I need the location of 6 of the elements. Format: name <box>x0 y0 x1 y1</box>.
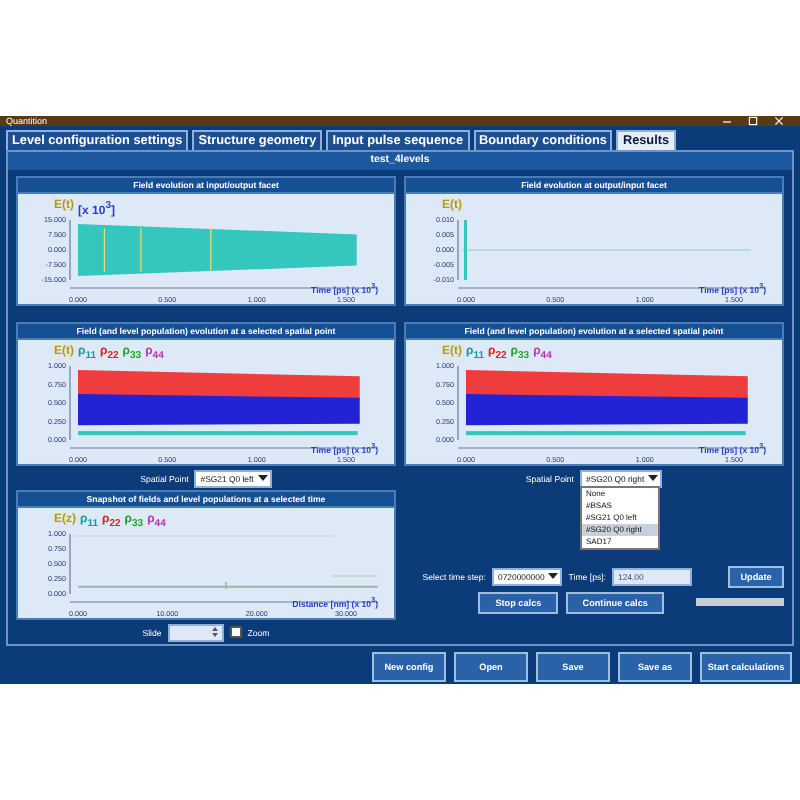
spinner-icon <box>211 625 218 637</box>
dropdown-arrow-icon <box>548 572 559 580</box>
zoom-checkbox[interactable] <box>229 626 242 638</box>
slide-spinbox[interactable] <box>167 623 224 641</box>
dropdown-arrow-icon <box>257 474 268 482</box>
dropdown-arrow-icon <box>648 474 659 482</box>
